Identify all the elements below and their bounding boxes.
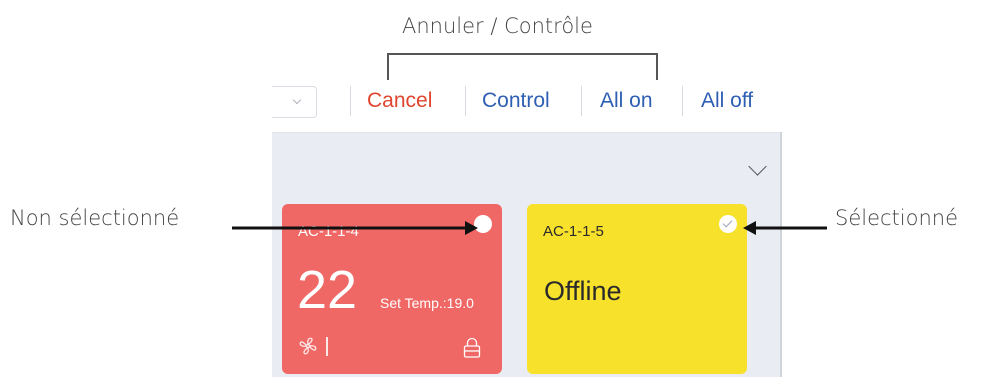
annotation-callouts [232, 53, 827, 235]
arrow-head-left [465, 221, 478, 235]
arrow-head-right [743, 221, 756, 235]
callout-bracket [387, 53, 658, 80]
